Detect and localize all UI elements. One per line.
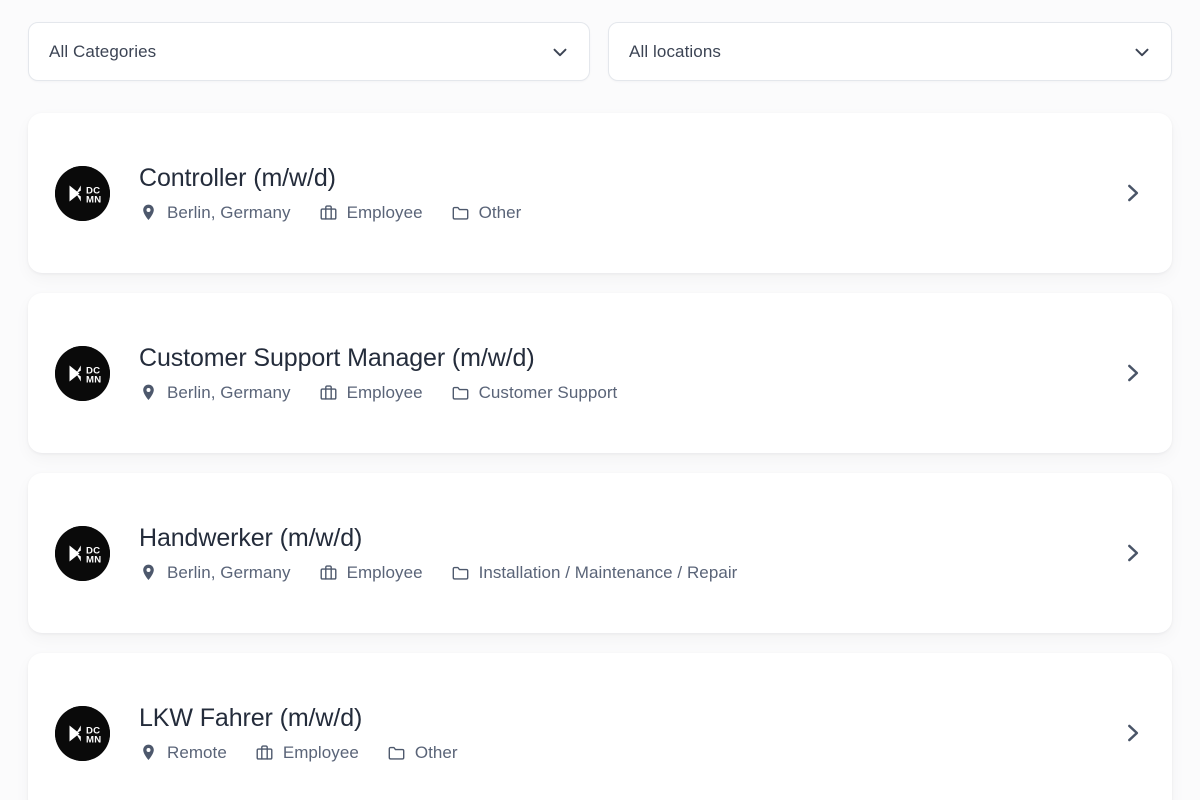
map-pin-icon xyxy=(139,203,158,222)
job-meta: Remote Employee Other xyxy=(139,743,1102,762)
chevron-down-icon xyxy=(1131,41,1153,63)
job-category: Other xyxy=(387,743,458,762)
job-category: Installation / Maintenance / Repair xyxy=(451,563,738,582)
svg-text:MN: MN xyxy=(86,194,101,205)
folder-icon xyxy=(451,563,470,582)
dcmn-logo-icon: DC MN xyxy=(55,525,110,581)
company-logo-avatar: DC MN xyxy=(55,705,110,761)
category-filter-value: All Categories xyxy=(49,42,157,61)
map-pin-icon xyxy=(139,563,158,582)
job-category-text: Other xyxy=(478,203,522,222)
job-card[interactable]: DC MN Handwerker (m/w/d) Berlin, Germany… xyxy=(28,473,1172,633)
chevron-right-icon[interactable] xyxy=(1118,179,1146,207)
briefcase-icon xyxy=(319,563,338,582)
company-logo-avatar: DC MN xyxy=(55,525,110,581)
job-title: Customer Support Manager (m/w/d) xyxy=(139,344,535,372)
chevron-down-icon xyxy=(549,41,571,63)
job-location-text: Berlin, Germany xyxy=(167,203,291,222)
job-location: Berlin, Germany xyxy=(139,203,291,222)
job-category-text: Customer Support xyxy=(478,383,618,402)
job-card[interactable]: DC MN LKW Fahrer (m/w/d) Remote Employee… xyxy=(28,653,1172,800)
svg-text:MN: MN xyxy=(86,554,101,565)
job-category: Customer Support xyxy=(451,383,618,402)
filter-bar: All Categories All locations xyxy=(0,0,1200,81)
job-meta: Berlin, Germany Employee xyxy=(139,203,1102,222)
job-meta: Berlin, Germany Employee xyxy=(139,563,1102,582)
job-employment-type: Employee xyxy=(319,563,423,582)
map-pin-icon xyxy=(139,383,158,402)
company-logo-avatar: DC MN xyxy=(55,345,110,401)
folder-icon xyxy=(451,203,470,222)
dcmn-logo-icon: DC MN xyxy=(55,345,110,401)
job-location: Remote xyxy=(139,743,227,762)
job-card-body: LKW Fahrer (m/w/d) Remote Employee Other xyxy=(110,704,1102,762)
job-meta: Berlin, Germany Employee xyxy=(139,383,1102,402)
location-filter-select[interactable]: All locations xyxy=(608,22,1172,81)
folder-icon xyxy=(387,743,406,762)
briefcase-icon xyxy=(319,203,338,222)
job-location: Berlin, Germany xyxy=(139,383,291,402)
job-category-text: Other xyxy=(414,743,458,762)
chevron-right-icon[interactable] xyxy=(1118,359,1146,387)
job-card-body: Controller (m/w/d) Berlin, Germany Emplo… xyxy=(110,164,1102,222)
job-employment-type: Employee xyxy=(255,743,359,762)
category-filter-select[interactable]: All Categories xyxy=(28,22,590,81)
svg-text:MN: MN xyxy=(86,734,101,745)
job-location-text: Berlin, Germany xyxy=(167,383,291,402)
job-list: DC MN Controller (m/w/d) Berlin, Germany… xyxy=(0,113,1200,800)
job-title: LKW Fahrer (m/w/d) xyxy=(139,704,363,732)
job-category-text: Installation / Maintenance / Repair xyxy=(478,563,738,582)
briefcase-icon xyxy=(255,743,274,762)
location-filter-value: All locations xyxy=(629,42,722,61)
job-card-body: Handwerker (m/w/d) Berlin, Germany Emplo… xyxy=(110,524,1102,582)
briefcase-icon xyxy=(319,383,338,402)
job-board-page: All Categories All locations DC MN Contr… xyxy=(0,0,1200,800)
dcmn-logo-icon: DC MN xyxy=(55,705,110,761)
map-pin-icon xyxy=(139,743,158,762)
job-card-body: Customer Support Manager (m/w/d) Berlin,… xyxy=(110,344,1102,402)
job-title: Handwerker (m/w/d) xyxy=(139,524,363,552)
job-category: Other xyxy=(451,203,522,222)
job-employment-type: Employee xyxy=(319,203,423,222)
job-employment-type-text: Employee xyxy=(346,383,423,402)
job-employment-type: Employee xyxy=(319,383,423,402)
job-title: Controller (m/w/d) xyxy=(139,164,336,192)
job-employment-type-text: Employee xyxy=(346,563,423,582)
dcmn-logo-icon: DC MN xyxy=(55,165,110,221)
job-location-text: Remote xyxy=(167,743,227,762)
job-location: Berlin, Germany xyxy=(139,563,291,582)
company-logo-avatar: DC MN xyxy=(55,165,110,221)
job-card[interactable]: DC MN Controller (m/w/d) Berlin, Germany… xyxy=(28,113,1172,273)
chevron-right-icon[interactable] xyxy=(1118,719,1146,747)
chevron-right-icon[interactable] xyxy=(1118,539,1146,567)
folder-icon xyxy=(451,383,470,402)
job-employment-type-text: Employee xyxy=(282,743,359,762)
svg-text:MN: MN xyxy=(86,374,101,385)
job-card[interactable]: DC MN Customer Support Manager (m/w/d) B… xyxy=(28,293,1172,453)
job-employment-type-text: Employee xyxy=(346,203,423,222)
job-location-text: Berlin, Germany xyxy=(167,563,291,582)
